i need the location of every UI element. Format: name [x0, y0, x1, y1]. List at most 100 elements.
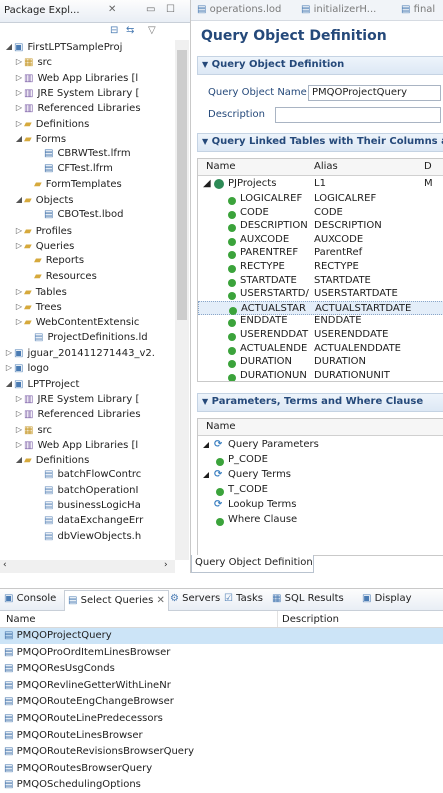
param-group-row[interactable]: ⟳ Lookup Terms: [198, 498, 443, 512]
collapse-arrow-icon[interactable]: ▷: [4, 346, 14, 360]
query-row[interactable]: ▤ PMQORevlineGetterWithLineNr: [0, 678, 443, 694]
collapse-arrow-icon[interactable]: ▷: [14, 438, 24, 452]
tree-item[interactable]: ▷ ▰ Queries: [14, 239, 74, 253]
column-header-d[interactable]: D: [424, 161, 432, 172]
linked-column-row[interactable]: DESCRIPTION DESCRIPTION: [198, 219, 443, 233]
query-row[interactable]: ▤ PMQOProOrdItemLinesBrowser: [0, 645, 443, 661]
tree-item[interactable]: ▷ ▣ jguar_201411271443_v2.: [4, 346, 155, 360]
collapse-arrow-icon[interactable]: ▷: [14, 285, 24, 299]
tree-item[interactable]: ◢ ▣ LPTProject: [4, 377, 79, 391]
editor-bottom-tab[interactable]: Query Object Definition: [191, 555, 314, 573]
linked-column-row[interactable]: STARTDATE STARTDATE: [198, 274, 443, 288]
query-row[interactable]: ▤ PMQORoutesBrowserQuery: [0, 761, 443, 777]
tree-item[interactable]: ▰ Reports: [24, 254, 84, 268]
description-field[interactable]: [275, 107, 441, 123]
tree-item[interactable]: ▷ ▦ src: [14, 423, 52, 437]
param-item-row[interactable]: P_CODE: [198, 453, 443, 467]
linked-root-row[interactable]: ◢ PJProjects L1 M: [198, 177, 443, 191]
tree-item[interactable]: ▷ ▥ JRE System Library [: [14, 392, 139, 406]
tree-item[interactable]: ▷ ▥ Web App Libraries [l: [14, 71, 138, 85]
tab-sql-results[interactable]: ▦ SQL Results: [272, 593, 344, 604]
column-header-name[interactable]: Name: [206, 421, 236, 432]
collapse-arrow-icon[interactable]: ▷: [4, 361, 14, 375]
link-with-editor-icon[interactable]: ⇆: [126, 25, 134, 36]
query-row[interactable]: ▤ PMQORouteEngChangeBrowser: [0, 694, 443, 710]
tree-item[interactable]: ▤ CBRWTest.lfrm: [34, 147, 131, 161]
linked-column-row[interactable]: DURATION DURATION: [198, 355, 443, 369]
view-menu-icon[interactable]: ▽: [148, 25, 156, 36]
section-parameters[interactable]: ▼ Parameters, Terms and Where Clause: [197, 393, 443, 412]
tree-item[interactable]: ◢ ▰ Definitions: [14, 453, 89, 467]
tree-item[interactable]: ◢ ▰ Objects: [14, 193, 74, 207]
column-header-name[interactable]: Name: [206, 161, 236, 172]
linked-column-row[interactable]: ACTUALSTAR ACTUALSTARTDATE: [198, 300, 443, 315]
query-object-name-field[interactable]: PMQOProjectQuery: [308, 85, 441, 101]
horizontal-scrollbar[interactable]: ‹ ›: [0, 560, 175, 573]
tree-item[interactable]: ▷ ▥ Web App Libraries [l: [14, 438, 138, 452]
section-query-object-definition[interactable]: ▼ Query Object Definition: [197, 56, 443, 75]
expand-arrow-icon[interactable]: ◢: [4, 377, 14, 391]
tree-item[interactable]: ▷ ▰ WebContentExtensic: [14, 315, 140, 329]
tree-item[interactable]: ▷ ▦ src: [14, 55, 52, 69]
collapse-arrow-icon[interactable]: ▷: [14, 239, 24, 253]
editor-tab-final[interactable]: ▤ final: [401, 4, 435, 15]
linked-column-row[interactable]: LOGICALREF LOGICALREF: [198, 192, 443, 206]
tree-item[interactable]: ▤ batchFlowContrc: [34, 468, 141, 482]
linked-column-row[interactable]: ACTUALENDE ACTUALENDDATE: [198, 342, 443, 356]
param-group-row[interactable]: ◢ ⟳ Query Parameters: [198, 438, 443, 452]
collapse-arrow-icon[interactable]: ▷: [14, 71, 24, 85]
tree-item[interactable]: ▤ dbViewObjects.h: [34, 530, 141, 544]
collapse-arrow-icon[interactable]: ▷: [14, 392, 24, 406]
collapse-arrow-icon[interactable]: ▷: [14, 224, 24, 238]
tree-item[interactable]: ▷ ▰ Trees: [14, 300, 62, 314]
collapse-arrow-icon[interactable]: ▷: [14, 315, 24, 329]
param-group-row[interactable]: ◢ ⟳ Query Terms: [198, 468, 443, 482]
maximize-icon[interactable]: ☐: [166, 4, 175, 15]
tree-item[interactable]: ▷ ▥ Referenced Libraries: [14, 101, 141, 115]
expand-arrow-icon[interactable]: ◢: [14, 453, 24, 467]
query-row[interactable]: ▤ PMQORouteRevisionsBrowserQuery: [0, 744, 443, 760]
collapse-all-icon[interactable]: ⊟: [110, 25, 118, 36]
editor-tab-operations[interactable]: ▤ operations.lod: [197, 4, 281, 15]
column-header-description[interactable]: Description: [282, 614, 339, 625]
tree-item[interactable]: ▤ batchOperationI: [34, 484, 138, 498]
scroll-thumb[interactable]: [177, 50, 187, 320]
tree-item[interactable]: ▷ ▰ Definitions: [14, 117, 89, 131]
column-header-name[interactable]: Name: [6, 614, 36, 625]
tree-item[interactable]: ▰ FormTemplates: [24, 178, 122, 192]
query-row[interactable]: ▤ PMQOSchedulingOptions: [0, 777, 443, 793]
tree-item[interactable]: ▷ ▰ Tables: [14, 285, 67, 299]
query-row[interactable]: ▤ PMQORouteLinePredecessors: [0, 711, 443, 727]
collapse-arrow-icon[interactable]: ▷: [14, 117, 24, 131]
linked-column-row[interactable]: USERENDDAT USERENDDATE: [198, 328, 443, 342]
close-icon[interactable]: ✕: [108, 4, 116, 15]
tab-console[interactable]: ▣ Console: [4, 593, 56, 604]
tree-item[interactable]: ◢ ▰ Forms: [14, 132, 66, 146]
tab-servers[interactable]: ⚙ Servers: [170, 593, 220, 604]
param-item-row[interactable]: Where Clause: [198, 513, 443, 527]
tree-item[interactable]: ▤ dataExchangeErr: [34, 514, 143, 528]
query-row[interactable]: ▤ PMQORouteLinesBrowser: [0, 728, 443, 744]
linked-column-row[interactable]: ENDDATE ENDDATE: [198, 314, 443, 328]
vertical-scrollbar[interactable]: [175, 40, 189, 560]
collapse-arrow-icon[interactable]: ▷: [14, 86, 24, 100]
collapse-arrow-icon[interactable]: ▷: [14, 55, 24, 69]
expand-arrow-icon[interactable]: ◢: [203, 438, 209, 452]
tree-item[interactable]: ▰ Resources: [24, 270, 97, 284]
minimize-icon[interactable]: ▭: [146, 4, 155, 15]
package-explorer-tab[interactable]: Package Expl... ✕ ▭ ☐: [0, 0, 190, 23]
expand-arrow-icon[interactable]: ◢: [203, 468, 209, 482]
expand-arrow-icon[interactable]: ◢: [14, 193, 24, 207]
tab-select-queries[interactable]: ▤ Select Queries ✕: [64, 590, 169, 611]
linked-column-row[interactable]: PARENTREF ParentRef: [198, 246, 443, 260]
tree-item[interactable]: ▤ ProjectDefinitions.ld: [24, 331, 148, 345]
collapse-arrow-icon[interactable]: ▷: [14, 423, 24, 437]
linked-column-row[interactable]: AUXCODE AUXCODE: [198, 233, 443, 247]
section-linked-tables[interactable]: ▼ Query Linked Tables with Their Columns…: [197, 133, 443, 152]
scroll-right-icon[interactable]: ›: [164, 560, 168, 570]
expand-arrow-icon[interactable]: ◢: [4, 40, 14, 54]
linked-column-row[interactable]: USERSTARTD/USERSTARTDATE: [198, 287, 443, 301]
linked-column-row[interactable]: DURATIONUN DURATIONUNIT: [198, 369, 443, 381]
column-header-alias[interactable]: Alias: [314, 161, 338, 172]
close-icon[interactable]: ✕: [156, 595, 164, 606]
